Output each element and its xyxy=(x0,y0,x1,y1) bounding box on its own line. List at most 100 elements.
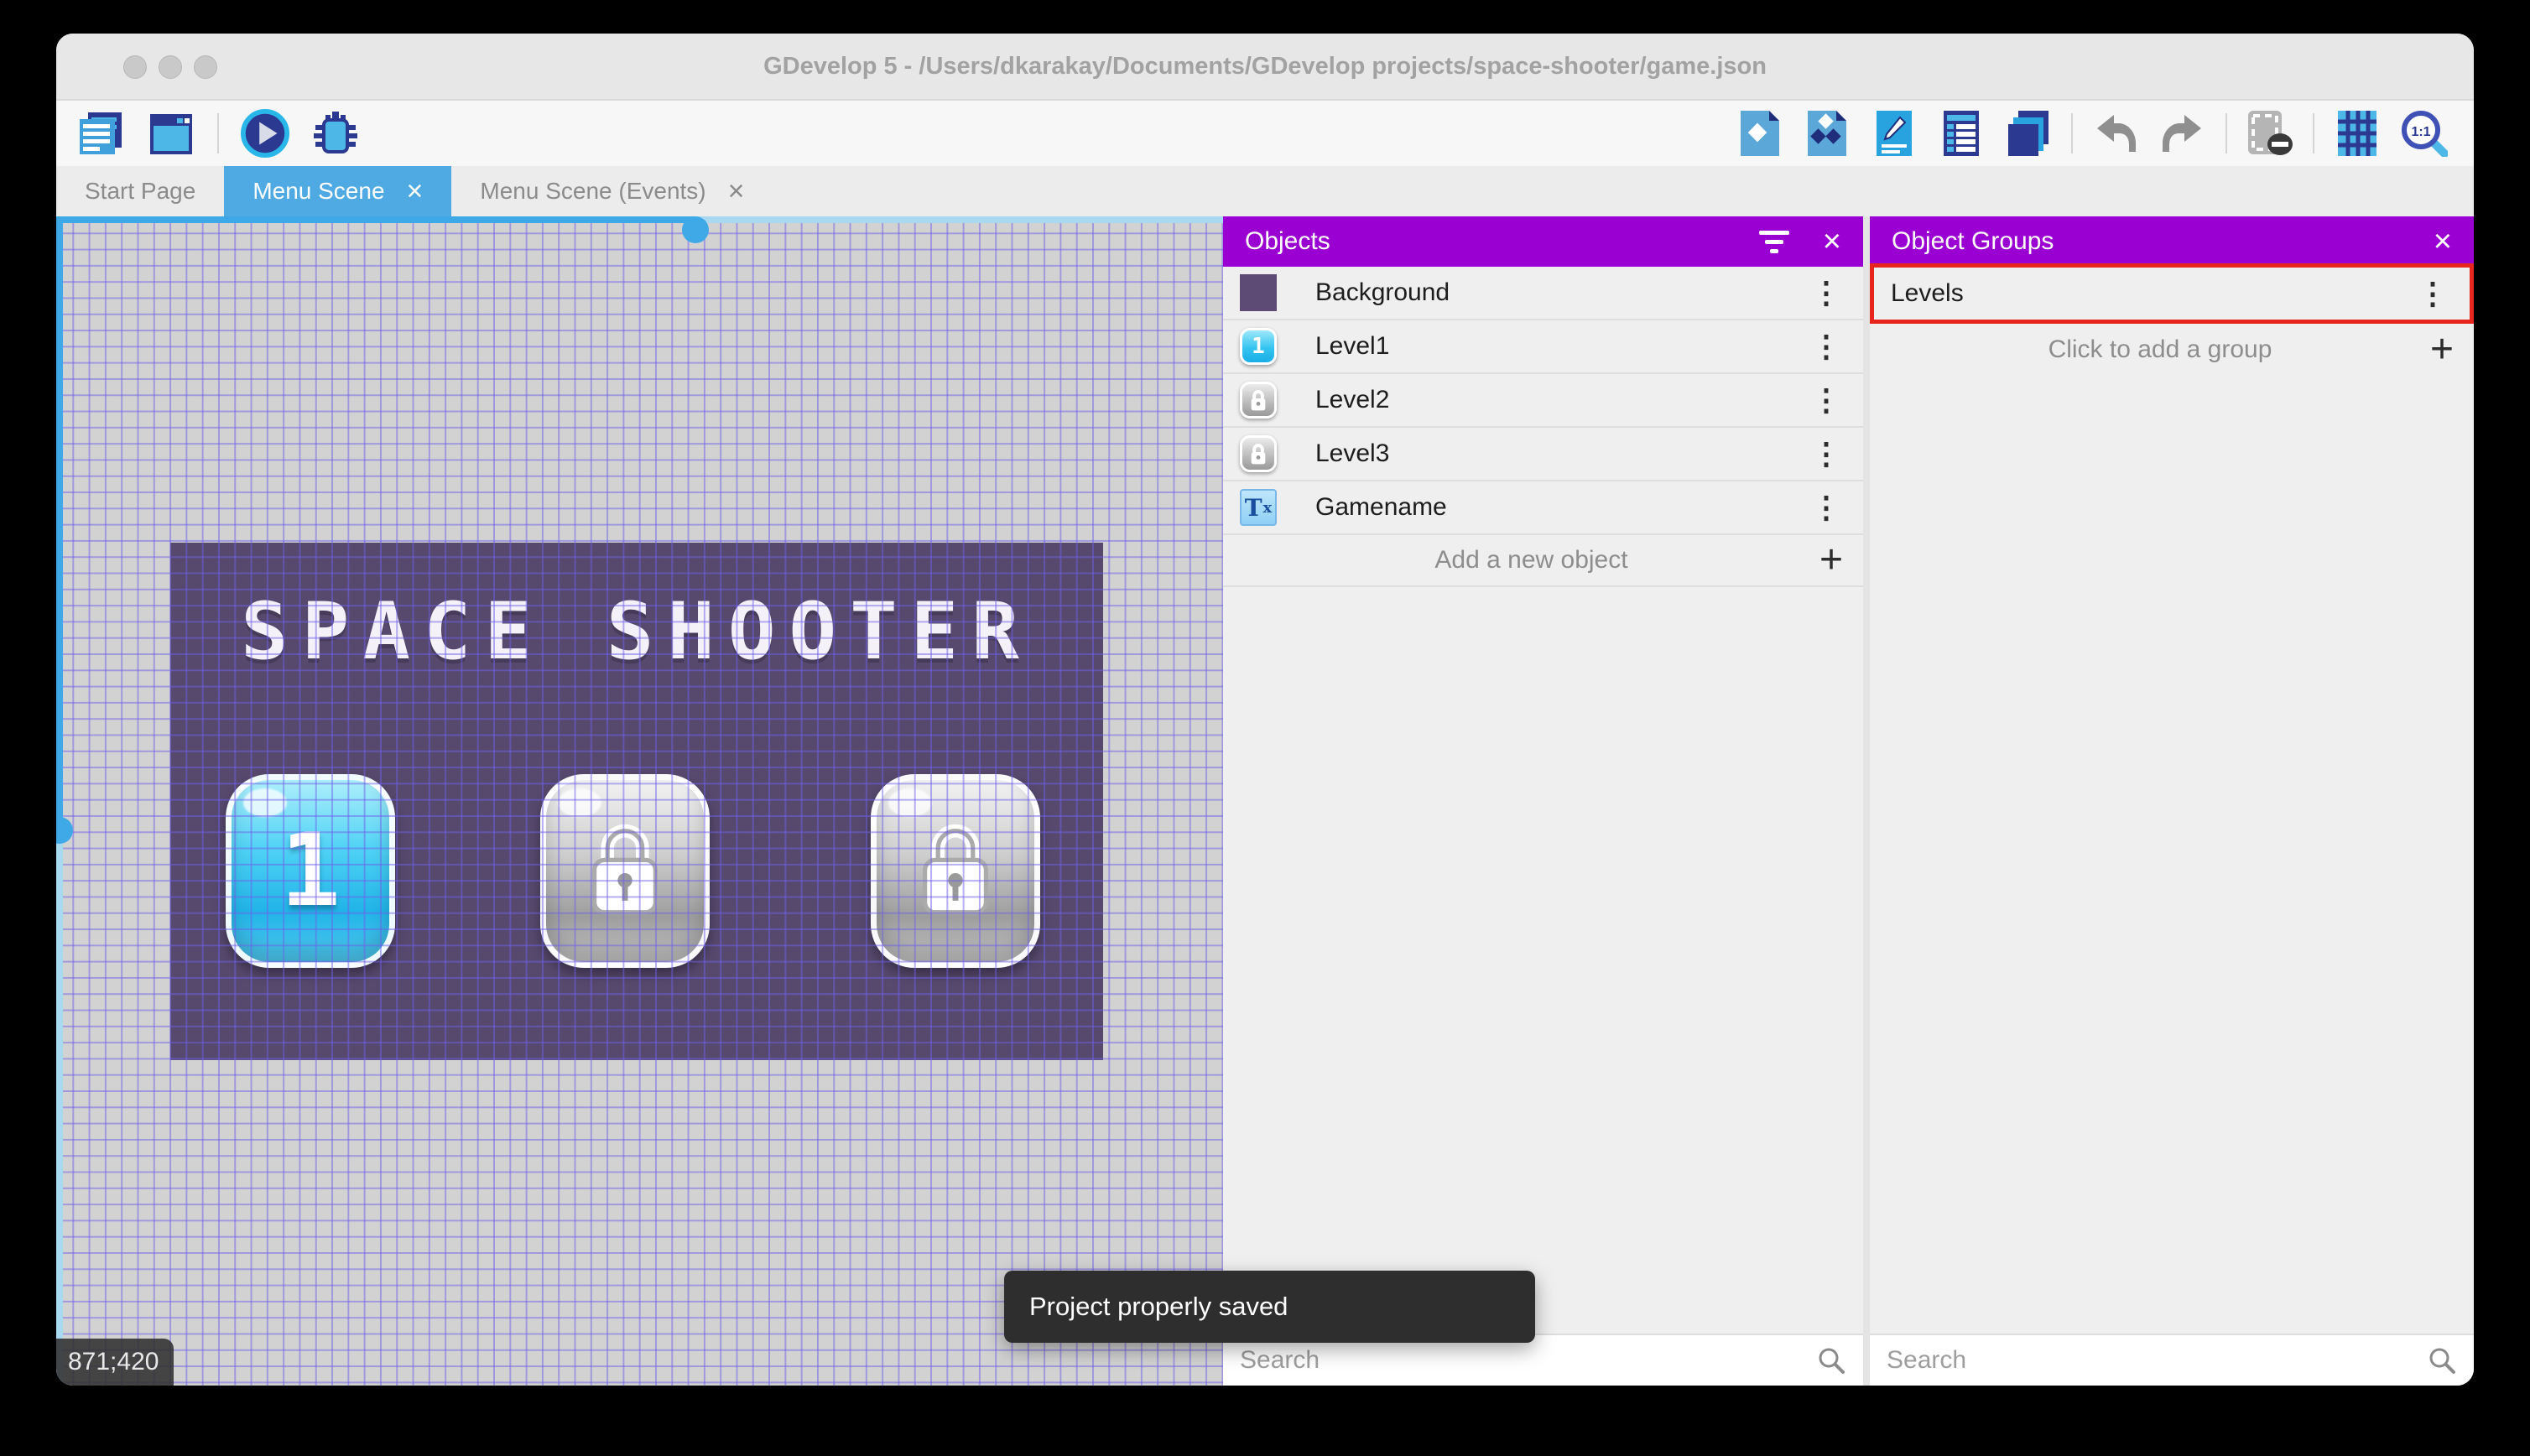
maximize-window-button[interactable] xyxy=(194,55,217,79)
tab-label: Menu Scene xyxy=(252,178,385,204)
tab-label: Menu Scene (Events) xyxy=(480,178,706,204)
level2-instance[interactable] xyxy=(540,774,710,968)
mask-glyph xyxy=(2248,111,2293,155)
tab-close-icon[interactable]: × xyxy=(407,177,424,205)
window-title: GDevelop 5 - /Users/dkarakay/Documents/G… xyxy=(763,53,1767,80)
locked-button-icon xyxy=(1240,435,1277,472)
object-groups-editor-icon[interactable] xyxy=(1803,109,1851,158)
scene-canvas[interactable]: SPACE SHOOTER 1 871;420 xyxy=(56,216,1223,1386)
filter-icon[interactable] xyxy=(1758,230,1789,253)
scene-window-glyph xyxy=(150,114,192,154)
debug-icon[interactable] xyxy=(311,109,360,158)
kebab-menu-icon[interactable]: ⋮ xyxy=(1804,331,1848,361)
vertical-scrollbar[interactable] xyxy=(56,216,73,1386)
toolbar: 1:1 xyxy=(56,101,2474,166)
objects-panel-header: Objects × xyxy=(1223,216,1863,267)
cursor-coordinates: 871;420 xyxy=(56,1339,174,1386)
objects-search-input[interactable] xyxy=(1240,1346,1816,1375)
vertical-scrollbar-track xyxy=(56,216,63,830)
object-row-level2[interactable]: Level2 ⋮ xyxy=(1223,374,1863,428)
scene-window-rect: SPACE SHOOTER 1 xyxy=(170,543,1103,1060)
object-row-background[interactable]: Background ⋮ xyxy=(1223,267,1863,320)
grid-icon[interactable] xyxy=(2333,109,2382,158)
object-row-gamename[interactable]: Tx Gamename ⋮ xyxy=(1223,481,1863,535)
add-group-button[interactable]: Click to add a group + xyxy=(1870,324,2474,376)
plus-icon: + xyxy=(2429,327,2454,372)
tab-close-icon[interactable]: × xyxy=(728,177,745,205)
toolbar-divider xyxy=(2225,113,2227,153)
level3-instance[interactable] xyxy=(871,774,1040,968)
level1-number: 1 xyxy=(279,813,341,929)
tab-menu-scene[interactable]: Menu Scene × xyxy=(224,166,452,216)
object-groups-panel-title: Object Groups xyxy=(1892,227,2054,255)
gdevelop-window: GDevelop 5 - /Users/dkarakay/Documents/G… xyxy=(56,34,2474,1386)
grid-glyph xyxy=(2338,111,2376,156)
scene-editor-icon[interactable] xyxy=(147,109,195,158)
layers-glyph xyxy=(2008,111,2048,156)
lock-icon xyxy=(592,824,658,914)
object-groups-glyph xyxy=(1808,111,1846,156)
object-name: Level1 xyxy=(1315,332,1390,360)
level1-instance[interactable]: 1 xyxy=(226,774,395,968)
project-manager-glyph xyxy=(80,112,122,154)
zoom-1-1-icon[interactable]: 1:1 xyxy=(2400,109,2449,158)
level1-button-icon: 1 xyxy=(1240,328,1277,365)
object-name: Background xyxy=(1315,278,1450,306)
vertical-scrollbar-knob[interactable] xyxy=(56,817,73,844)
close-panel-icon[interactable]: × xyxy=(1823,226,1841,257)
undo-icon[interactable] xyxy=(2091,109,2140,158)
undo-glyph xyxy=(2097,115,2136,152)
tab-menu-scene-events[interactable]: Menu Scene (Events) × xyxy=(451,166,773,216)
properties-glyph xyxy=(1877,111,1912,156)
toolbar-divider xyxy=(217,113,219,153)
traffic-lights xyxy=(123,55,217,79)
object-row-level1[interactable]: 1 Level1 ⋮ xyxy=(1223,320,1863,374)
kebab-menu-icon[interactable]: ⋮ xyxy=(1804,492,1848,523)
kebab-menu-icon[interactable]: ⋮ xyxy=(2411,278,2455,309)
kebab-menu-icon[interactable]: ⋮ xyxy=(1804,439,1848,469)
lock-icon xyxy=(923,824,988,914)
play-icon[interactable] xyxy=(241,109,289,158)
object-page-glyph xyxy=(1741,111,1779,156)
horizontal-scrollbar[interactable] xyxy=(56,216,1223,243)
text-object-icon: Tx xyxy=(1240,489,1277,526)
title-bar: GDevelop 5 - /Users/dkarakay/Documents/G… xyxy=(56,34,2474,101)
object-row-level3[interactable]: Level3 ⋮ xyxy=(1223,428,1863,481)
objects-panel: Objects × Background ⋮ 1 Level1 ⋮ Level2… xyxy=(1223,216,1863,1386)
object-groups-empty-space xyxy=(1870,376,2474,1334)
object-groups-search-input[interactable] xyxy=(1887,1346,2427,1375)
add-object-label: Add a new object xyxy=(1434,546,1628,574)
toggle-instances-mask-icon[interactable] xyxy=(2246,109,2294,158)
objects-editor-icon[interactable] xyxy=(1736,109,1784,158)
properties-icon[interactable] xyxy=(1870,109,1918,158)
object-name: Level3 xyxy=(1315,439,1390,467)
objects-panel-title: Objects xyxy=(1245,227,1330,255)
horizontal-scrollbar-knob[interactable] xyxy=(682,216,709,243)
locked-button-icon xyxy=(1240,382,1277,419)
add-group-label: Click to add a group xyxy=(2048,335,2272,363)
search-icon xyxy=(1819,1348,1845,1374)
svg-text:1:1: 1:1 xyxy=(2411,125,2430,139)
add-object-button[interactable]: Add a new object + xyxy=(1223,535,1863,587)
debug-glyph xyxy=(314,112,357,153)
objects-panel-empty-space xyxy=(1223,587,1863,1334)
group-row-levels-highlighted[interactable]: Levels ⋮ xyxy=(1870,263,2474,324)
kebab-menu-icon[interactable]: ⋮ xyxy=(1804,385,1848,415)
scene-title-text[interactable]: SPACE SHOOTER xyxy=(170,586,1103,678)
instances-list-icon[interactable] xyxy=(1937,109,1986,158)
horizontal-scrollbar-track xyxy=(56,216,696,223)
group-name: Levels xyxy=(1891,279,1964,307)
tab-start-page[interactable]: Start Page xyxy=(56,166,224,216)
project-manager-icon[interactable] xyxy=(76,109,125,158)
minimize-window-button[interactable] xyxy=(159,55,182,79)
close-panel-icon[interactable]: × xyxy=(2434,226,2452,257)
close-window-button[interactable] xyxy=(123,55,147,79)
toolbar-divider xyxy=(2313,113,2314,153)
layers-icon[interactable] xyxy=(2004,109,2053,158)
object-groups-panel-header: Object Groups × xyxy=(1870,216,2474,267)
object-name: Gamename xyxy=(1315,493,1447,521)
lock-icon xyxy=(1251,444,1266,465)
redo-icon[interactable] xyxy=(2158,109,2207,158)
play-glyph xyxy=(241,109,289,158)
kebab-menu-icon[interactable]: ⋮ xyxy=(1804,278,1848,308)
